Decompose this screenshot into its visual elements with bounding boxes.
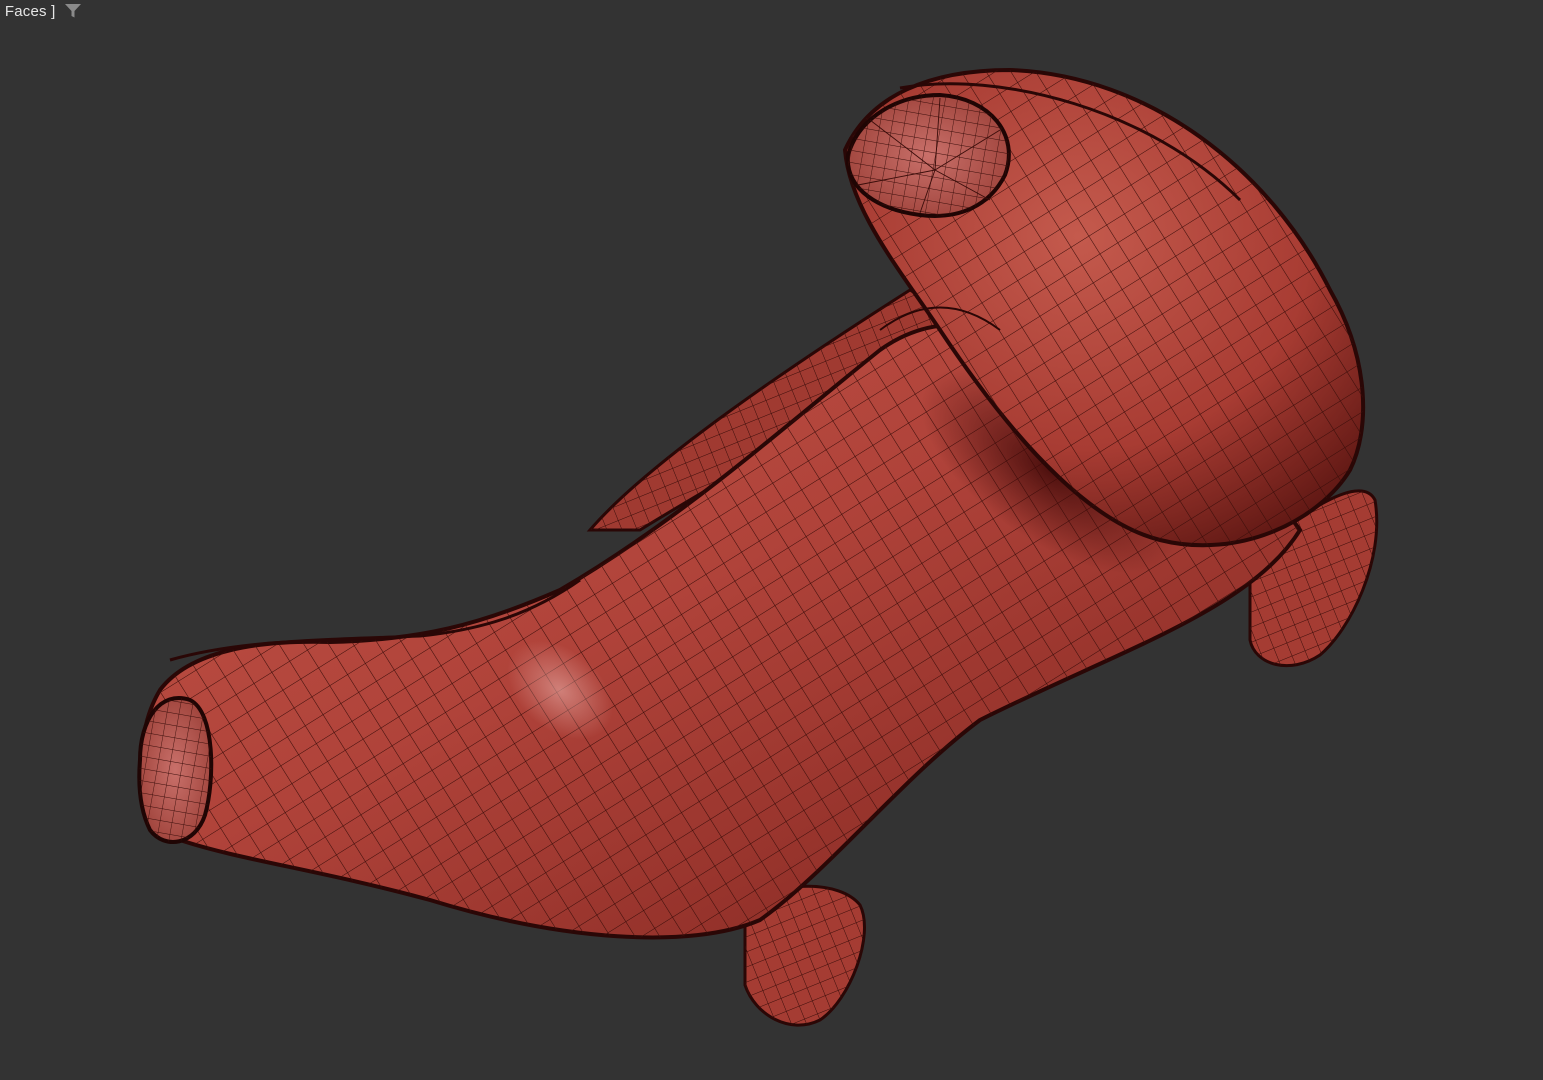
viewport[interactable]: l Faces ] — [0, 0, 1543, 1080]
grip-end-cap — [137, 696, 214, 844]
viewport-label-bar: l Faces ] — [0, 0, 83, 22]
mesh-model[interactable] — [0, 0, 1543, 1080]
shading-mode-label[interactable]: l Faces ] — [0, 3, 55, 20]
filter-icon[interactable] — [63, 2, 83, 20]
